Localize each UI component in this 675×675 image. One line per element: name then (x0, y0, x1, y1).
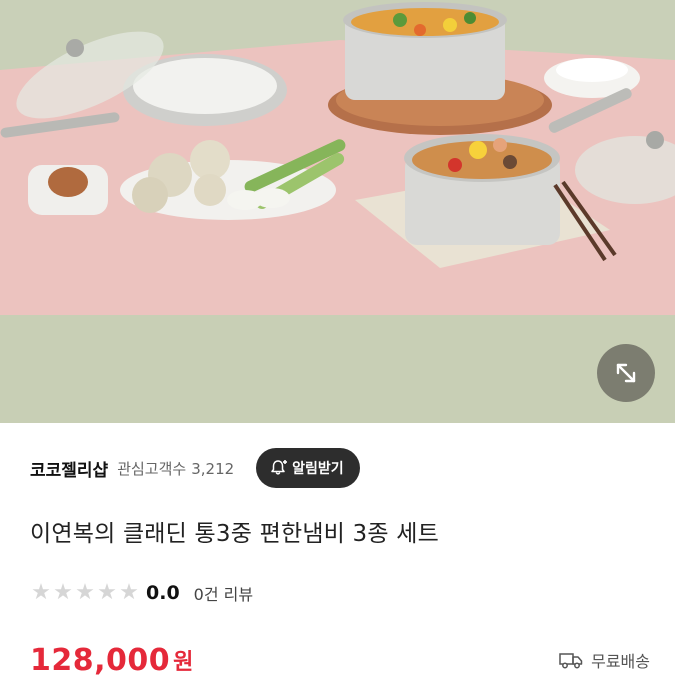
price-row: 128,000 원 무료배송 (30, 640, 650, 675)
shipping-label: 무료배송 (591, 652, 650, 671)
followers-count: 관심고객수 3,212 (117, 458, 234, 479)
review-count-link[interactable]: 0건 리뷰 (194, 581, 253, 605)
followers-number: 3,212 (191, 459, 235, 478)
star-icon: ★ (53, 580, 73, 605)
expand-arrows-icon (612, 359, 640, 387)
truck-icon (559, 651, 583, 669)
followers-label: 관심고객수 (117, 459, 187, 478)
alarm-subscribe-button[interactable]: 알림받기 (256, 448, 360, 488)
bell-plus-icon (270, 459, 288, 477)
alarm-button-label: 알림받기 (292, 461, 344, 477)
product-photo (0, 0, 675, 423)
star-rating: ★ ★ ★ ★ ★ (30, 582, 140, 604)
star-icon: ★ (31, 580, 51, 605)
price-amount: 128,000 (30, 642, 171, 675)
price-currency: 원 (173, 650, 194, 675)
shipping-info: 무료배송 (559, 648, 650, 672)
product-title: 이연복의 클래딘 통3중 편한냄비 3종 세트 (30, 521, 439, 547)
star-icon: ★ (75, 580, 95, 605)
star-icon: ★ (119, 580, 139, 605)
seller-name-link[interactable]: 코코젤리샵 (30, 456, 108, 481)
expand-image-button[interactable] (597, 344, 655, 402)
seller-info: 코코젤리샵 관심고객수 3,212 알림받기 (30, 448, 650, 488)
product-image[interactable] (0, 0, 675, 423)
star-icon: ★ (97, 580, 117, 605)
rating-summary[interactable]: ★ ★ ★ ★ ★ 0.0 0건 리뷰 (30, 578, 253, 608)
rating-score: 0.0 (146, 582, 180, 604)
